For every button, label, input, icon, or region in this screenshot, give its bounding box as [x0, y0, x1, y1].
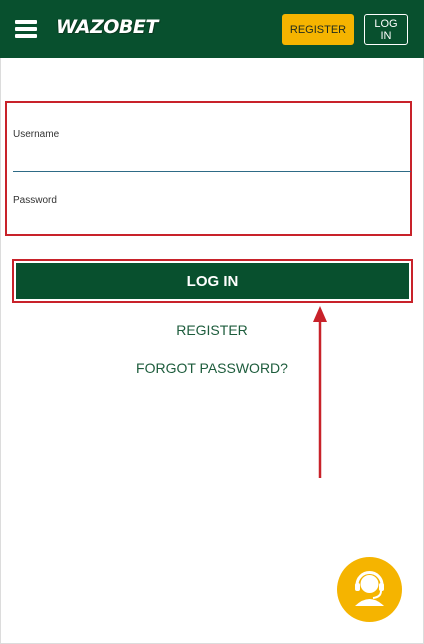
login-button[interactable]: LOG IN	[16, 263, 409, 299]
username-field[interactable]	[13, 147, 417, 171]
hamburger-menu-icon[interactable]	[15, 20, 37, 38]
forgot-password-link[interactable]: FORGOT PASSWORD?	[0, 360, 424, 376]
red-arrow-up-icon	[313, 306, 327, 478]
top-bar: WAZOBET REGISTER LOG IN	[0, 0, 424, 58]
password-label: Password	[13, 195, 57, 206]
register-link[interactable]: REGISTER	[0, 322, 424, 338]
username-label: Username	[13, 129, 60, 140]
header-login-button[interactable]: LOG IN	[364, 14, 408, 45]
login-form-highlight: Username Password	[5, 101, 417, 236]
username-underline	[13, 171, 411, 172]
login-button-highlight: LOG IN	[12, 259, 413, 303]
support-chat-button[interactable]	[337, 557, 402, 622]
logo-text: WAZOBET	[56, 16, 158, 38]
headset-support-icon	[355, 571, 384, 606]
register-button[interactable]: REGISTER	[282, 14, 354, 45]
wazobet-logo[interactable]: WAZOBET	[56, 14, 166, 44]
password-field[interactable]	[13, 211, 417, 235]
